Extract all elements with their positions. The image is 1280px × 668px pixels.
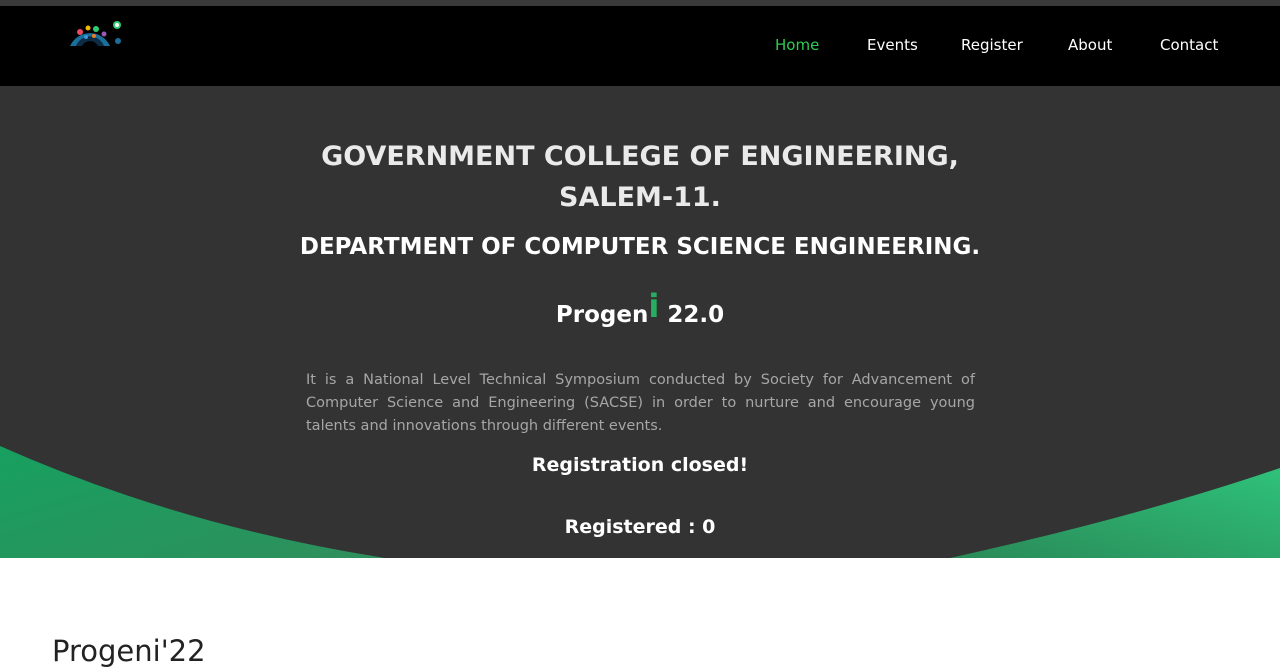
college-title-line2: SALEM-11. xyxy=(559,182,721,213)
brand-prefix: Progen xyxy=(555,302,649,328)
nav-register-link[interactable]: Register xyxy=(961,36,1023,54)
brand-suffix: 22.0 xyxy=(659,302,725,328)
college-title: GOVERNMENT COLLEGE OF ENGINEERING, SALEM… xyxy=(0,136,1280,218)
progeni-logo-icon[interactable] xyxy=(66,18,126,52)
event-brand: Progeni 22.0 xyxy=(0,287,1280,330)
department-title: DEPARTMENT OF COMPUTER SCIENCE ENGINEERI… xyxy=(299,234,981,260)
navbar: Home Events Register About Contact xyxy=(0,6,1280,86)
nav-about-link[interactable]: About xyxy=(1068,36,1112,54)
registered-count: Registered : 0 xyxy=(564,516,716,538)
brand-accent-letter: i xyxy=(648,287,660,325)
section-heading: Progeni'22 xyxy=(52,634,206,668)
hero-section: GOVERNMENT COLLEGE OF ENGINEERING, SALEM… xyxy=(0,86,1280,558)
nav-events-link[interactable]: Events xyxy=(867,36,918,54)
college-title-line1: GOVERNMENT COLLEGE OF ENGINEERING, xyxy=(321,141,959,172)
event-description: It is a National Level Technical Symposi… xyxy=(306,371,975,434)
nav-home-link[interactable]: Home xyxy=(775,36,819,54)
nav-contact-link[interactable]: Contact xyxy=(1160,36,1218,54)
registration-status: Registration closed! xyxy=(531,454,749,476)
